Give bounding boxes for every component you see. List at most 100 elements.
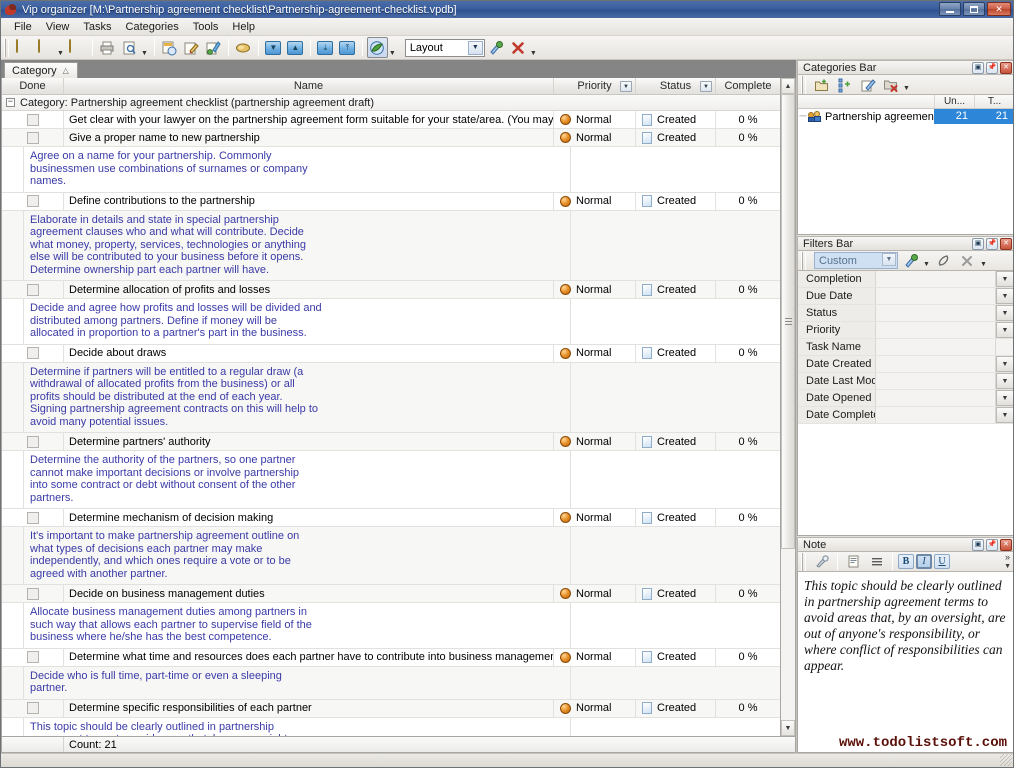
- scrollbar-thumb[interactable]: [781, 94, 795, 549]
- task-name-cell[interactable]: Get clear with your lawyer on the partne…: [64, 111, 554, 128]
- delete-layout-icon[interactable]: [508, 37, 529, 58]
- table-row[interactable]: Give a proper name to new partnership Nor…: [2, 129, 780, 147]
- table-row[interactable]: Determine allocation of profits and loss…: [2, 281, 780, 299]
- status-cell[interactable]: Created: [636, 585, 716, 602]
- move-bottom-icon[interactable]: ⤓: [315, 37, 336, 58]
- priority-cell[interactable]: Normal: [554, 699, 636, 717]
- maximize-button[interactable]: [963, 2, 985, 16]
- new-task-icon[interactable]: [159, 37, 180, 58]
- priority-cell[interactable]: Normal: [554, 281, 636, 298]
- pin-icon[interactable]: 📌: [986, 61, 998, 74]
- toolbar-grip[interactable]: [801, 75, 806, 94]
- done-checkbox[interactable]: [26, 651, 39, 663]
- filter-value[interactable]: [876, 373, 996, 389]
- priority-cell[interactable]: Normal: [554, 433, 636, 450]
- complete-cell[interactable]: 0 %: [716, 129, 780, 146]
- mark-complete-icon[interactable]: [203, 37, 224, 58]
- menu-item-view[interactable]: View: [39, 19, 77, 35]
- filter-value[interactable]: [876, 305, 996, 321]
- priority-cell[interactable]: Normal: [554, 192, 636, 210]
- column-header-status[interactable]: Status ▼: [636, 78, 716, 94]
- scrollbar-track[interactable]: [781, 94, 795, 720]
- column-header-uncompleted[interactable]: Un...: [934, 95, 974, 108]
- filter-value[interactable]: [876, 322, 996, 338]
- close-icon[interactable]: ✕: [1000, 538, 1012, 551]
- column-header-priority[interactable]: Priority ▼: [554, 78, 636, 94]
- priority-cell[interactable]: Normal: [554, 648, 636, 666]
- status-cell[interactable]: Created: [636, 699, 716, 717]
- task-name-cell[interactable]: Determine partners' authority: [64, 433, 554, 450]
- toolbar-grip[interactable]: [801, 251, 806, 270]
- filter-value[interactable]: [876, 339, 996, 355]
- apply-filter-icon[interactable]: [900, 250, 921, 271]
- restore-icon[interactable]: ▣: [972, 538, 984, 551]
- toolbar-grip[interactable]: [4, 38, 9, 57]
- complete-cell[interactable]: 0 %: [716, 433, 780, 450]
- restore-icon[interactable]: ▣: [972, 61, 984, 74]
- print-icon[interactable]: [97, 37, 118, 58]
- task-name-cell[interactable]: Decide about draws: [64, 344, 554, 362]
- done-checkbox[interactable]: [26, 131, 39, 144]
- chevron-down-icon[interactable]: ▼: [996, 288, 1013, 304]
- remove-filter-icon[interactable]: [957, 250, 978, 271]
- apply-layout-icon[interactable]: [486, 37, 507, 58]
- close-button[interactable]: ✕: [987, 2, 1011, 16]
- move-down-icon[interactable]: ▼: [263, 37, 284, 58]
- chevron-down-icon[interactable]: ▼: [996, 373, 1013, 389]
- priority-filter-icon[interactable]: ▼: [620, 81, 632, 92]
- filter-row[interactable]: Status ▼: [798, 305, 1013, 322]
- done-checkbox[interactable]: [26, 283, 39, 296]
- filter-row[interactable]: Date Opened ▼: [798, 390, 1013, 407]
- chevron-down-icon[interactable]: ▼: [996, 305, 1013, 321]
- complete-cell[interactable]: 0 %: [716, 585, 780, 602]
- chevron-down-icon[interactable]: ▼: [996, 356, 1013, 372]
- status-cell[interactable]: Created: [636, 192, 716, 210]
- font-icon[interactable]: [811, 551, 832, 572]
- table-row[interactable]: Decide about draws Normal Created 0 %: [2, 344, 780, 363]
- complete-cell[interactable]: 0 %: [716, 281, 780, 298]
- delete-category-icon[interactable]: [880, 74, 901, 95]
- status-cell[interactable]: Created: [636, 111, 716, 128]
- resize-gripper-icon[interactable]: [1000, 754, 1012, 766]
- toolbar-grip[interactable]: [801, 552, 806, 571]
- layout-dropdown-caret[interactable]: ▼: [530, 50, 537, 57]
- open-database-icon[interactable]: [35, 37, 56, 58]
- chevron-down-icon[interactable]: ▼: [996, 407, 1013, 423]
- chevron-down-icon[interactable]: ▼: [996, 322, 1013, 338]
- filter-value[interactable]: [876, 356, 996, 372]
- clear-filter-icon[interactable]: [934, 250, 955, 271]
- table-row[interactable]: Define contributions to the partnership N…: [2, 192, 780, 211]
- menu-item-file[interactable]: File: [7, 19, 39, 35]
- task-name-cell[interactable]: Determine allocation of profits and loss…: [64, 281, 554, 298]
- menu-item-help[interactable]: Help: [225, 19, 262, 35]
- task-name-cell[interactable]: Determine mechanism of decision making: [64, 509, 554, 526]
- filter-value[interactable]: [876, 407, 996, 423]
- filter-preset-combo[interactable]: Custom ▼: [814, 252, 898, 269]
- grid-vertical-scrollbar[interactable]: ▲ ▼: [780, 78, 796, 737]
- filter-dropdown-caret[interactable]: ▼: [923, 261, 930, 268]
- status-cell[interactable]: Created: [636, 129, 716, 146]
- print-dropdown-caret[interactable]: ▼: [141, 50, 148, 57]
- open-dropdown-caret[interactable]: ▼: [57, 50, 64, 57]
- task-note-row[interactable]: This topic should be clearly outlined in…: [2, 717, 780, 736]
- close-icon[interactable]: ✕: [1000, 61, 1012, 74]
- status-cell[interactable]: Created: [636, 281, 716, 298]
- table-row[interactable]: Determine mechanism of decision making No…: [2, 509, 780, 527]
- column-header-name[interactable]: Name: [64, 78, 554, 94]
- sort-ascending-icon[interactable]: △: [63, 66, 69, 75]
- status-cell[interactable]: Created: [636, 344, 716, 362]
- task-name-cell[interactable]: Determine what time and resources does e…: [64, 648, 554, 666]
- filter-value[interactable]: [876, 271, 996, 287]
- menu-item-tools[interactable]: Tools: [186, 19, 226, 35]
- menu-item-tasks[interactable]: Tasks: [76, 19, 118, 35]
- table-row[interactable]: Decide on business management duties Norm…: [2, 585, 780, 603]
- edit-task-icon[interactable]: [181, 37, 202, 58]
- table-row[interactable]: Determine partners' authority Normal Creat…: [2, 433, 780, 451]
- filters-dropdown-caret[interactable]: ▼: [980, 261, 987, 268]
- underline-button[interactable]: U: [934, 554, 950, 569]
- layout-combo[interactable]: Layout ▼: [404, 38, 485, 57]
- close-icon[interactable]: ✕: [1000, 237, 1012, 250]
- chevron-down-icon[interactable]: ▼: [467, 40, 483, 55]
- table-row[interactable]: Determine what time and resources does e…: [2, 648, 780, 667]
- status-filter-icon[interactable]: ▼: [700, 81, 712, 92]
